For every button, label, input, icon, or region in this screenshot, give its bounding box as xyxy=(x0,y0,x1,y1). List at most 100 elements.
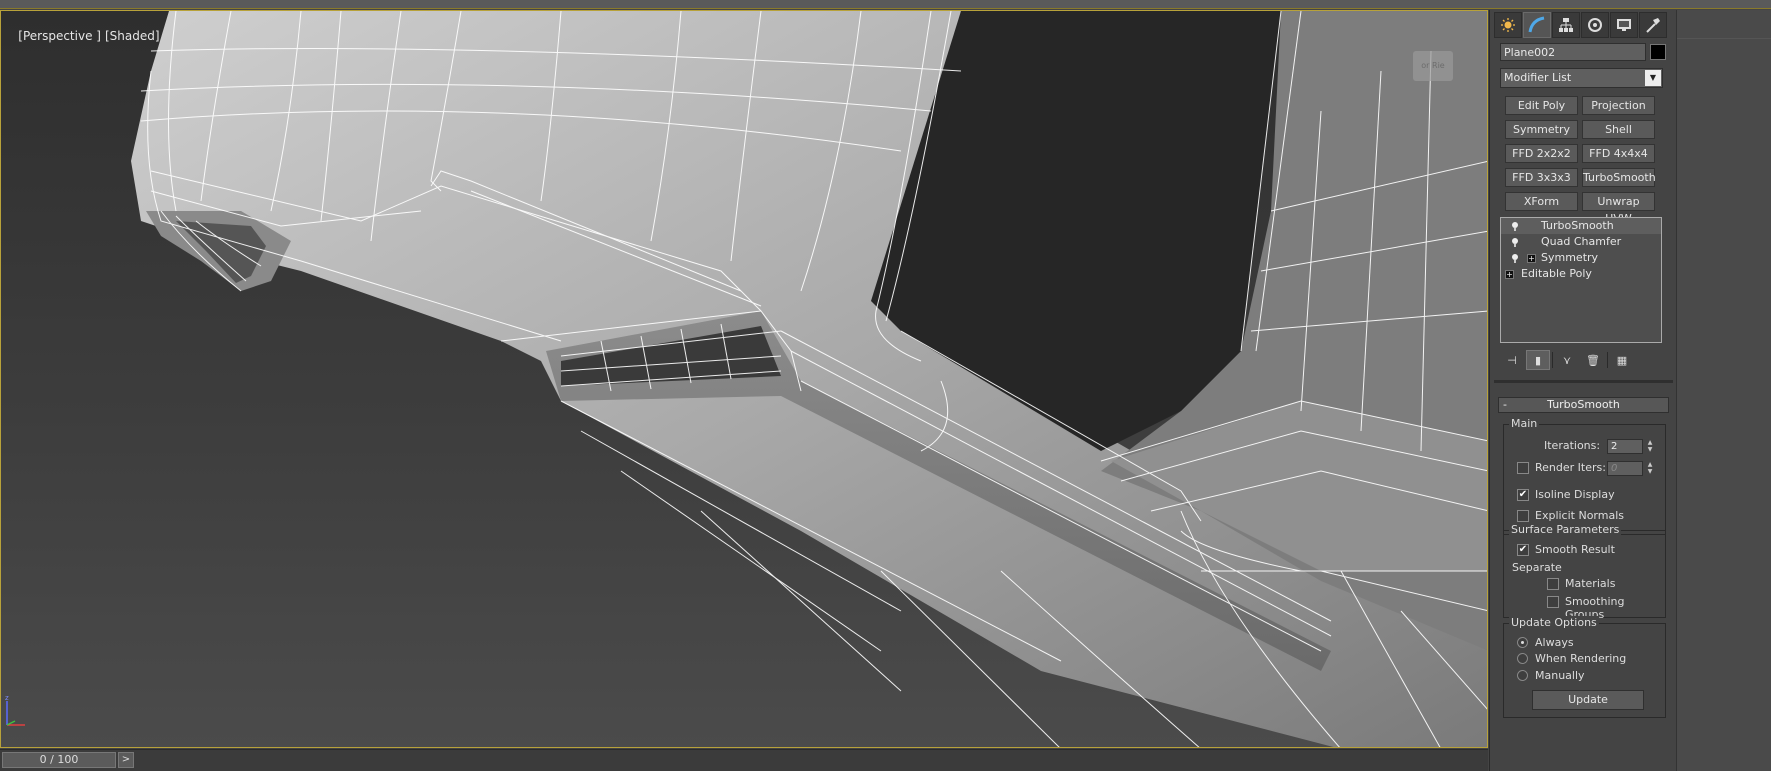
stack-item-label: TurboSmooth xyxy=(1541,219,1614,232)
next-frame-button[interactable]: > xyxy=(118,752,134,768)
stack-item-turbosmooth[interactable]: TurboSmooth xyxy=(1501,218,1661,234)
symmetry-button[interactable]: Symmetry xyxy=(1505,120,1578,139)
time-slider[interactable]: 0 / 100 xyxy=(2,752,116,768)
panel-divider xyxy=(1677,38,1771,39)
explicit-normals-checkbox[interactable] xyxy=(1517,510,1529,522)
surface-parameters-label: Surface Parameters xyxy=(1509,523,1622,536)
lightbulb-icon[interactable] xyxy=(1511,237,1519,247)
stack-item-symmetry[interactable]: + Symmetry xyxy=(1501,250,1661,266)
viewport-label[interactable]: [Perspective ] [Shaded] xyxy=(3,15,164,57)
command-panel-tabs xyxy=(1494,12,1667,38)
expand-plus-icon[interactable]: + xyxy=(1527,254,1536,263)
update-manually-radio[interactable] xyxy=(1517,670,1528,681)
update-manually-label: Manually xyxy=(1535,669,1585,682)
smoothing-groups-checkbox[interactable] xyxy=(1547,596,1559,608)
viewport-view-label[interactable]: [Perspective ] xyxy=(18,29,101,43)
modifier-list-dropdown[interactable]: Modifier List ▼ xyxy=(1500,68,1663,88)
axis-tripod-icon: z xyxy=(5,694,25,726)
materials-checkbox[interactable] xyxy=(1547,578,1559,590)
tab-create[interactable] xyxy=(1494,12,1522,38)
hierarchy-icon xyxy=(1559,18,1573,32)
unwrap-uvw-button[interactable]: Unwrap UVW xyxy=(1582,192,1655,225)
right-side-panel xyxy=(1676,10,1771,771)
tab-hierarchy[interactable] xyxy=(1552,12,1580,38)
update-options-label: Update Options xyxy=(1509,616,1599,629)
hammer-icon xyxy=(1646,18,1660,33)
smooth-result-label: Smooth Result xyxy=(1535,543,1615,556)
render-iters-spinner[interactable]: 0 xyxy=(1607,461,1643,476)
render-iters-checkbox[interactable] xyxy=(1517,462,1529,474)
sun-icon xyxy=(1501,18,1515,32)
object-color-swatch[interactable] xyxy=(1650,44,1666,60)
render-iters-label: Render Iters: xyxy=(1535,461,1606,474)
iterations-spinner[interactable]: 2 xyxy=(1607,439,1643,454)
object-name-row xyxy=(1500,43,1666,61)
materials-label: Materials xyxy=(1565,577,1616,590)
make-unique-icon[interactable]: ⋎ xyxy=(1555,350,1579,370)
collapse-minus-icon[interactable]: - xyxy=(1503,398,1507,412)
main-group: Main Iterations: 2 ▲ ▼ Render Iters: 0 ▲ ▼… xyxy=(1503,417,1666,535)
stack-item-quad-chamfer[interactable]: Quad Chamfer xyxy=(1501,234,1661,250)
isoline-display-label: Isoline Display xyxy=(1535,488,1615,501)
tab-utilities[interactable] xyxy=(1639,12,1667,38)
update-always-label: Always xyxy=(1535,636,1574,649)
update-when-rendering-radio[interactable] xyxy=(1517,653,1528,664)
modify-curve-icon xyxy=(1528,16,1545,33)
xform-button[interactable]: XForm xyxy=(1505,192,1578,211)
perspective-viewport[interactable]: [Perspective ] [Shaded] or Rie z xyxy=(0,10,1488,748)
toolbar-divider xyxy=(1552,352,1553,368)
rollout-title: TurboSmooth xyxy=(1547,398,1620,411)
tab-display[interactable] xyxy=(1610,12,1638,38)
surface-parameters-group: Surface Parameters ✔ Smooth Result Separ… xyxy=(1503,523,1666,621)
stack-item-label: Symmetry xyxy=(1541,251,1599,264)
display-monitor-icon xyxy=(1617,19,1631,31)
update-always-radio[interactable] xyxy=(1517,637,1528,648)
stack-item-editable-poly[interactable]: + Editable Poly xyxy=(1501,266,1661,282)
expand-plus-icon[interactable]: + xyxy=(1505,270,1514,279)
remove-modifier-icon[interactable]: 🗑 xyxy=(1581,350,1605,370)
smooth-result-checkbox[interactable]: ✔ xyxy=(1517,544,1529,556)
isoline-display-checkbox[interactable]: ✔ xyxy=(1517,489,1529,501)
time-slider-bar: 0 / 100 > xyxy=(0,749,1488,771)
ffd-4x4x4-button[interactable]: FFD 4x4x4 xyxy=(1582,144,1655,163)
modifier-buttons: Edit Poly Projection Symmetry Shell FFD … xyxy=(1505,96,1656,225)
stack-item-label: Editable Poly xyxy=(1521,267,1592,280)
viewport-shading-label[interactable]: [Shaded] xyxy=(105,29,160,43)
panel-divider xyxy=(1494,380,1673,383)
viewcube[interactable]: or Rie xyxy=(1413,51,1453,81)
shell-button[interactable]: Shell xyxy=(1582,120,1655,139)
render-iters-spinner-arrows[interactable]: ▲ ▼ xyxy=(1645,461,1655,476)
iterations-label: Iterations: xyxy=(1544,439,1601,452)
iterations-spinner-arrows[interactable]: ▲ ▼ xyxy=(1645,439,1655,454)
command-panel: Modifier List ▼ Edit Poly Projection Sym… xyxy=(1489,10,1676,771)
modifier-stack: TurboSmooth Quad Chamfer + Symmetry + Ed… xyxy=(1500,217,1662,343)
stack-toolbar: ⊣ ▮ ⋎ 🗑 ▦ xyxy=(1500,350,1666,370)
turbosmooth-button[interactable]: TurboSmooth xyxy=(1582,168,1656,187)
separate-label: Separate xyxy=(1512,561,1562,574)
lightbulb-icon[interactable] xyxy=(1511,253,1519,263)
ffd-2x2x2-button[interactable]: FFD 2x2x2 xyxy=(1505,144,1578,163)
wireframe-model xyxy=(131,11,1487,747)
top-strip xyxy=(0,0,1771,9)
update-button[interactable]: Update xyxy=(1532,690,1644,710)
pin-stack-icon[interactable]: ⊣ xyxy=(1500,350,1524,370)
modifier-list-label: Modifier List xyxy=(1504,71,1572,84)
projection-button[interactable]: Projection xyxy=(1582,96,1655,115)
main-group-label: Main xyxy=(1509,417,1540,430)
update-when-rendering-label: When Rendering xyxy=(1535,652,1627,665)
object-name-input[interactable] xyxy=(1500,43,1646,61)
stack-item-label: Quad Chamfer xyxy=(1541,235,1622,248)
ffd-3x3x3-button[interactable]: FFD 3x3x3 xyxy=(1505,168,1578,187)
toolbar-divider xyxy=(1607,352,1608,368)
turbosmooth-rollout-header[interactable]: TurboSmooth - xyxy=(1498,397,1669,413)
tab-modify[interactable] xyxy=(1523,12,1551,38)
configure-sets-icon[interactable]: ▦ xyxy=(1610,350,1634,370)
tab-motion[interactable] xyxy=(1581,12,1609,38)
motion-icon xyxy=(1588,18,1602,32)
chevron-down-icon[interactable]: ▼ xyxy=(1645,70,1661,86)
show-end-result-icon[interactable]: ▮ xyxy=(1526,350,1550,370)
edit-poly-button[interactable]: Edit Poly xyxy=(1505,96,1578,115)
lightbulb-icon[interactable] xyxy=(1511,221,1519,231)
svg-text:z: z xyxy=(5,694,9,702)
update-options-group: Update Options Always When Rendering Man… xyxy=(1503,616,1666,718)
